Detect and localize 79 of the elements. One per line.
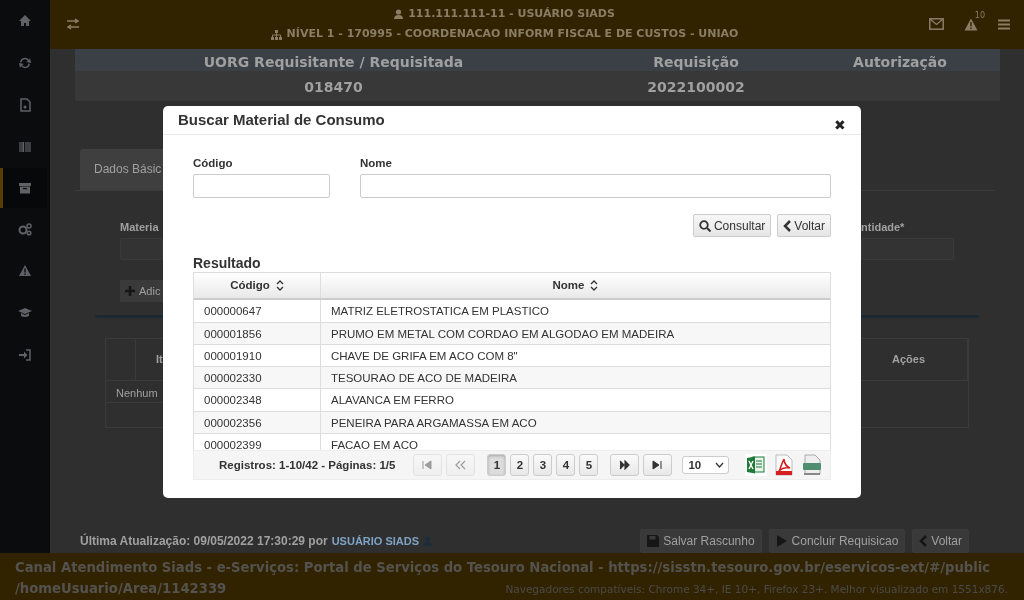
user-icon	[394, 9, 404, 19]
column-header[interactable]: Nome	[321, 273, 830, 299]
warning-icon	[18, 264, 32, 278]
alert-icon[interactable]	[964, 17, 978, 31]
plus-icon	[125, 286, 135, 296]
records-summary: Registros: 1-10/42 - Páginas: 1/5	[219, 457, 396, 473]
pdf-file-icon[interactable]	[773, 454, 796, 477]
back-button[interactable]: Voltar	[912, 529, 969, 553]
browser-note: Navegadores compatíveis: Chrome 34+, IE 10+, Firefox 23+. Melhor visualizado em 1551x876.	[505, 582, 1008, 598]
chevron-left-icon	[783, 219, 792, 232]
input-field[interactable]	[861, 238, 954, 260]
previous-page-icon	[455, 460, 467, 471]
close-button[interactable]: ✖	[834, 118, 846, 132]
field-label: ntidade*	[861, 219, 906, 235]
refresh-icon	[18, 56, 32, 70]
section-title: Resultado	[193, 255, 262, 273]
chevron-down-icon	[715, 462, 725, 469]
table-cell-text: CHAVE DE GRIFA EM ACO COM 8"	[330, 348, 519, 364]
page-button[interactable]: 4	[556, 454, 576, 477]
sidebar-item[interactable]	[0, 168, 47, 208]
search-icon	[698, 219, 711, 232]
submit-button[interactable]: Concluir Requisicao	[768, 529, 906, 553]
mail-icon[interactable]	[929, 18, 944, 31]
page-button[interactable]: 1	[487, 454, 507, 477]
last-page-icon	[652, 460, 664, 471]
csv-file-icon[interactable]	[801, 454, 824, 477]
add-button[interactable]: Adic	[120, 280, 163, 302]
column-header: Requisição	[592, 48, 800, 71]
alert-count: 10	[974, 9, 985, 22]
gears-icon	[18, 222, 32, 236]
spreadsheet-icon[interactable]	[745, 454, 768, 477]
file-icon	[18, 98, 32, 112]
table-cell-text: TESOURAO DE ACO DE MADEIRA	[330, 371, 518, 387]
menu-toggle-icon[interactable]	[66, 18, 80, 31]
page-size-select[interactable]: 10	[682, 456, 730, 475]
play-icon	[775, 535, 788, 547]
last-update-text: Última Atualização: 09/05/2022 17:30:29 por	[80, 532, 328, 550]
table-cell: 000002356	[194, 411, 321, 435]
back-button[interactable]: Voltar	[777, 214, 831, 238]
table-cell-text: ALAVANCA EM FERRO	[330, 393, 455, 409]
home-icon	[18, 14, 32, 28]
save-draft-button[interactable]: Salvar Rascunho	[640, 529, 762, 553]
column-header: It	[156, 352, 163, 368]
column-header[interactable]: Código	[194, 273, 321, 299]
dialog-title: Buscar Material de Consumo	[178, 109, 385, 130]
page-button[interactable]: 5	[579, 454, 599, 477]
input-field[interactable]	[120, 238, 163, 260]
search-button[interactable]: Consultar	[692, 214, 772, 238]
pager-button[interactable]	[643, 454, 673, 477]
column-header: UORG Requisitante / Requisitada	[75, 48, 592, 71]
table-cell-text: PRUMO EM METAL COM CORDAO EM ALGODAO EM MADEIRA	[330, 326, 676, 342]
table-cell-text: FACAO EM ACO	[330, 438, 419, 451]
hierarchy-icon	[270, 29, 282, 40]
user-link[interactable]: USUÁRIO SIADS	[331, 532, 433, 550]
graduation-cap-icon	[18, 306, 32, 320]
page-button[interactable]: 2	[510, 454, 530, 477]
table-cell: 000001856	[194, 322, 321, 346]
summary-value: 2022100002	[646, 77, 746, 97]
save-icon	[647, 535, 660, 547]
table-cell-text: MATRIZ ELETROSTATICA EM PLASTICO	[330, 304, 550, 320]
field-label: Materia	[120, 219, 160, 235]
table-cell: 000002330	[194, 367, 321, 391]
sign-in-icon	[18, 348, 32, 362]
summary-value: 018470	[303, 77, 364, 97]
pager-button[interactable]	[610, 454, 640, 477]
chevron-left-icon	[919, 535, 928, 547]
page-button[interactable]: 3	[533, 454, 553, 477]
next-page-icon	[619, 460, 631, 471]
field-label: Código	[193, 156, 234, 171]
first-page-icon	[422, 460, 434, 471]
barcode-icon	[18, 140, 32, 154]
archive-icon	[18, 181, 32, 195]
column-header: Ações	[892, 352, 925, 368]
user-info: 111.111.111-11 - USUÁRIO SIADS	[408, 5, 615, 22]
menu-icon[interactable]	[998, 18, 1010, 30]
table-cell-text: PENEIRA PARA ARGAMASSA EM ACO	[330, 415, 538, 431]
unit-info: NÍVEL 1 - 170995 - COORDENACAO INFORM FISCAL E DE CUSTOS - UNIAO	[286, 26, 739, 43]
field-label: Nome	[360, 156, 393, 171]
column-header: Autorização	[800, 48, 1000, 71]
